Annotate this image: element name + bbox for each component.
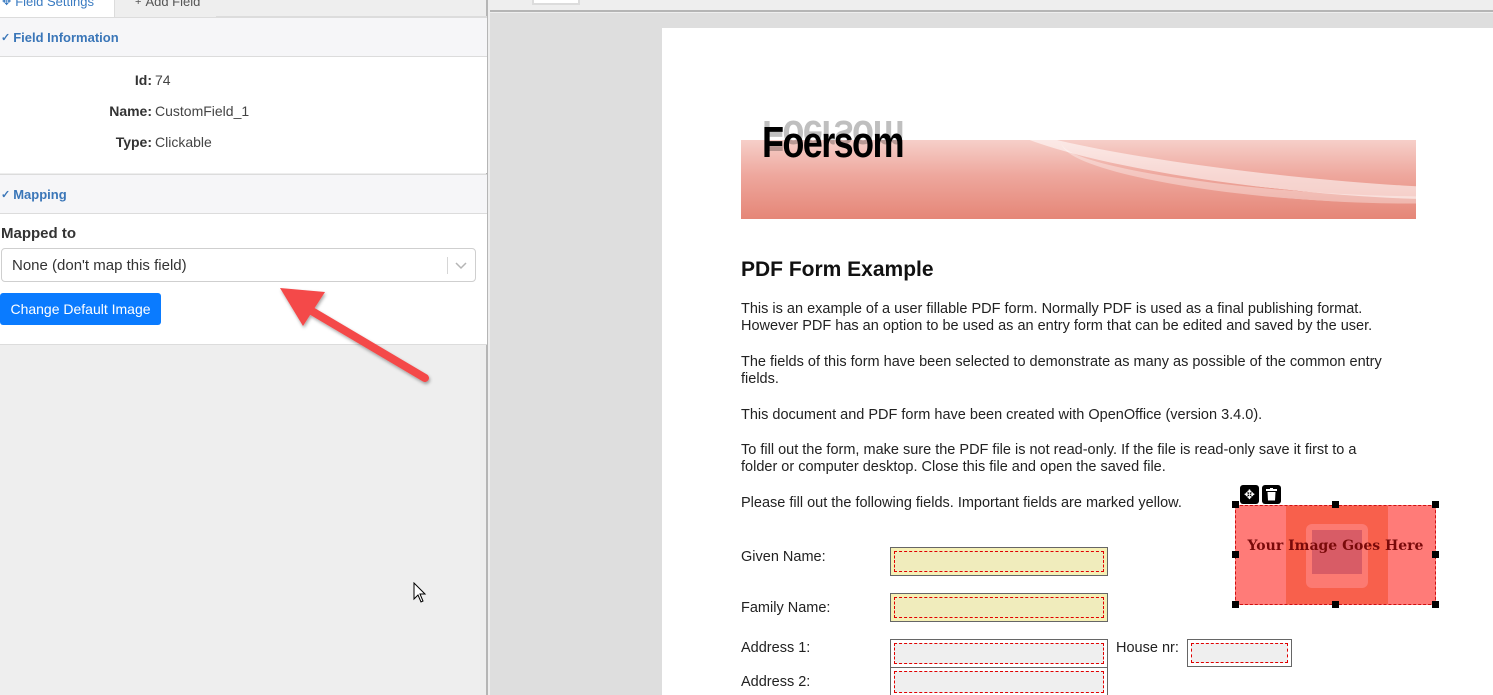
info-row-type: Type: Clickable	[0, 134, 487, 150]
move-icon: ✥	[1244, 486, 1255, 502]
info-value: 74	[155, 72, 171, 88]
section-title: Field Information	[13, 29, 119, 45]
plus-icon: +	[135, 0, 142, 8]
brand-logo: Foersom	[762, 118, 905, 167]
paragraph: This is an example of a user fillable PD…	[741, 301, 1373, 334]
trash-icon	[1266, 488, 1277, 501]
document-title: PDF Form Example	[741, 258, 934, 281]
resize-handle[interactable]	[1232, 501, 1239, 508]
paragraph: This document and PDF form have been cre…	[741, 407, 1263, 423]
info-row-id: Id: 74	[0, 72, 487, 88]
section-header-mapping[interactable]: ✓ Mapping	[0, 174, 487, 214]
chevron-down-icon	[455, 262, 467, 270]
check-icon: ✓	[1, 31, 11, 44]
info-label: Id:	[134, 72, 152, 88]
viewer-toolbar	[490, 0, 1493, 12]
section-title: Mapping	[13, 186, 67, 202]
field-settings-panel: ✥ Field Settings + Add Field ✓ Field Inf…	[0, 0, 488, 695]
resize-handle[interactable]	[1332, 601, 1339, 608]
panel-tabs: ✥ Field Settings + Add Field	[0, 0, 487, 17]
address-2-field[interactable]	[890, 667, 1108, 695]
mapped-to-label: Mapped to	[1, 225, 76, 242]
field-drop-zone	[894, 671, 1104, 693]
select-separator	[447, 257, 448, 274]
info-label: Type:	[115, 134, 152, 150]
image-placeholder-icon	[1306, 524, 1368, 588]
resize-handle[interactable]	[1432, 501, 1439, 508]
paragraph: The fields of this form have been select…	[741, 354, 1382, 387]
paragraph: To fill out the form, make sure the PDF …	[741, 442, 1357, 475]
image-field[interactable]: Your Image Goes Here	[1235, 505, 1436, 605]
move-field-button[interactable]: ✥	[1240, 485, 1259, 504]
address-1-label: Address 1:	[741, 640, 811, 656]
image-placeholder-text: Your Image Goes Here	[1247, 538, 1424, 554]
family-name-field[interactable]	[890, 593, 1108, 622]
field-information-body: Id: 74 Name: CustomField_1 Type: Clickab…	[0, 57, 487, 173]
annotation-arrow-icon	[280, 288, 429, 382]
check-icon: ✓	[1, 188, 11, 201]
given-name-label: Given Name:	[741, 549, 826, 565]
tab-label: Field Settings	[15, 0, 94, 9]
info-row-name: Name: CustomField_1	[0, 103, 487, 119]
house-nr-field[interactable]	[1187, 639, 1292, 667]
info-label: Name:	[109, 103, 152, 119]
field-drop-zone	[1191, 643, 1288, 663]
field-drop-zone	[894, 551, 1104, 572]
tab-field-settings[interactable]: ✥ Field Settings	[0, 0, 114, 17]
delete-field-button[interactable]	[1262, 485, 1281, 504]
tab-label: Add Field	[145, 0, 201, 9]
field-drop-zone	[894, 643, 1104, 664]
section-header-field-information[interactable]: ✓ Field Information	[0, 17, 487, 57]
resize-handle[interactable]	[1232, 551, 1239, 558]
move-icon: ✥	[2, 0, 12, 8]
page-tab[interactable]	[532, 0, 580, 5]
select-value: None (don't map this field)	[12, 256, 187, 274]
mapped-to-select[interactable]: None (don't map this field)	[1, 248, 476, 282]
field-drop-zone	[894, 597, 1104, 618]
banner-wave	[1058, 140, 1416, 218]
resize-handle[interactable]	[1432, 551, 1439, 558]
resize-handle[interactable]	[1332, 501, 1339, 508]
house-nr-label: House nr:	[1116, 640, 1179, 656]
family-name-label: Family Name:	[741, 600, 831, 616]
change-default-image-button[interactable]: Change Default Image	[0, 293, 161, 325]
tab-add-field[interactable]: + Add Field	[114, 0, 217, 17]
address-1-field[interactable]	[890, 639, 1108, 668]
info-value: CustomField_1	[155, 103, 250, 119]
address-2-label: Address 2:	[741, 674, 811, 690]
info-value: Clickable	[155, 134, 212, 150]
resize-handle[interactable]	[1432, 601, 1439, 608]
mouse-cursor-icon	[413, 582, 427, 603]
given-name-field[interactable]	[890, 547, 1108, 576]
resize-handle[interactable]	[1232, 601, 1239, 608]
